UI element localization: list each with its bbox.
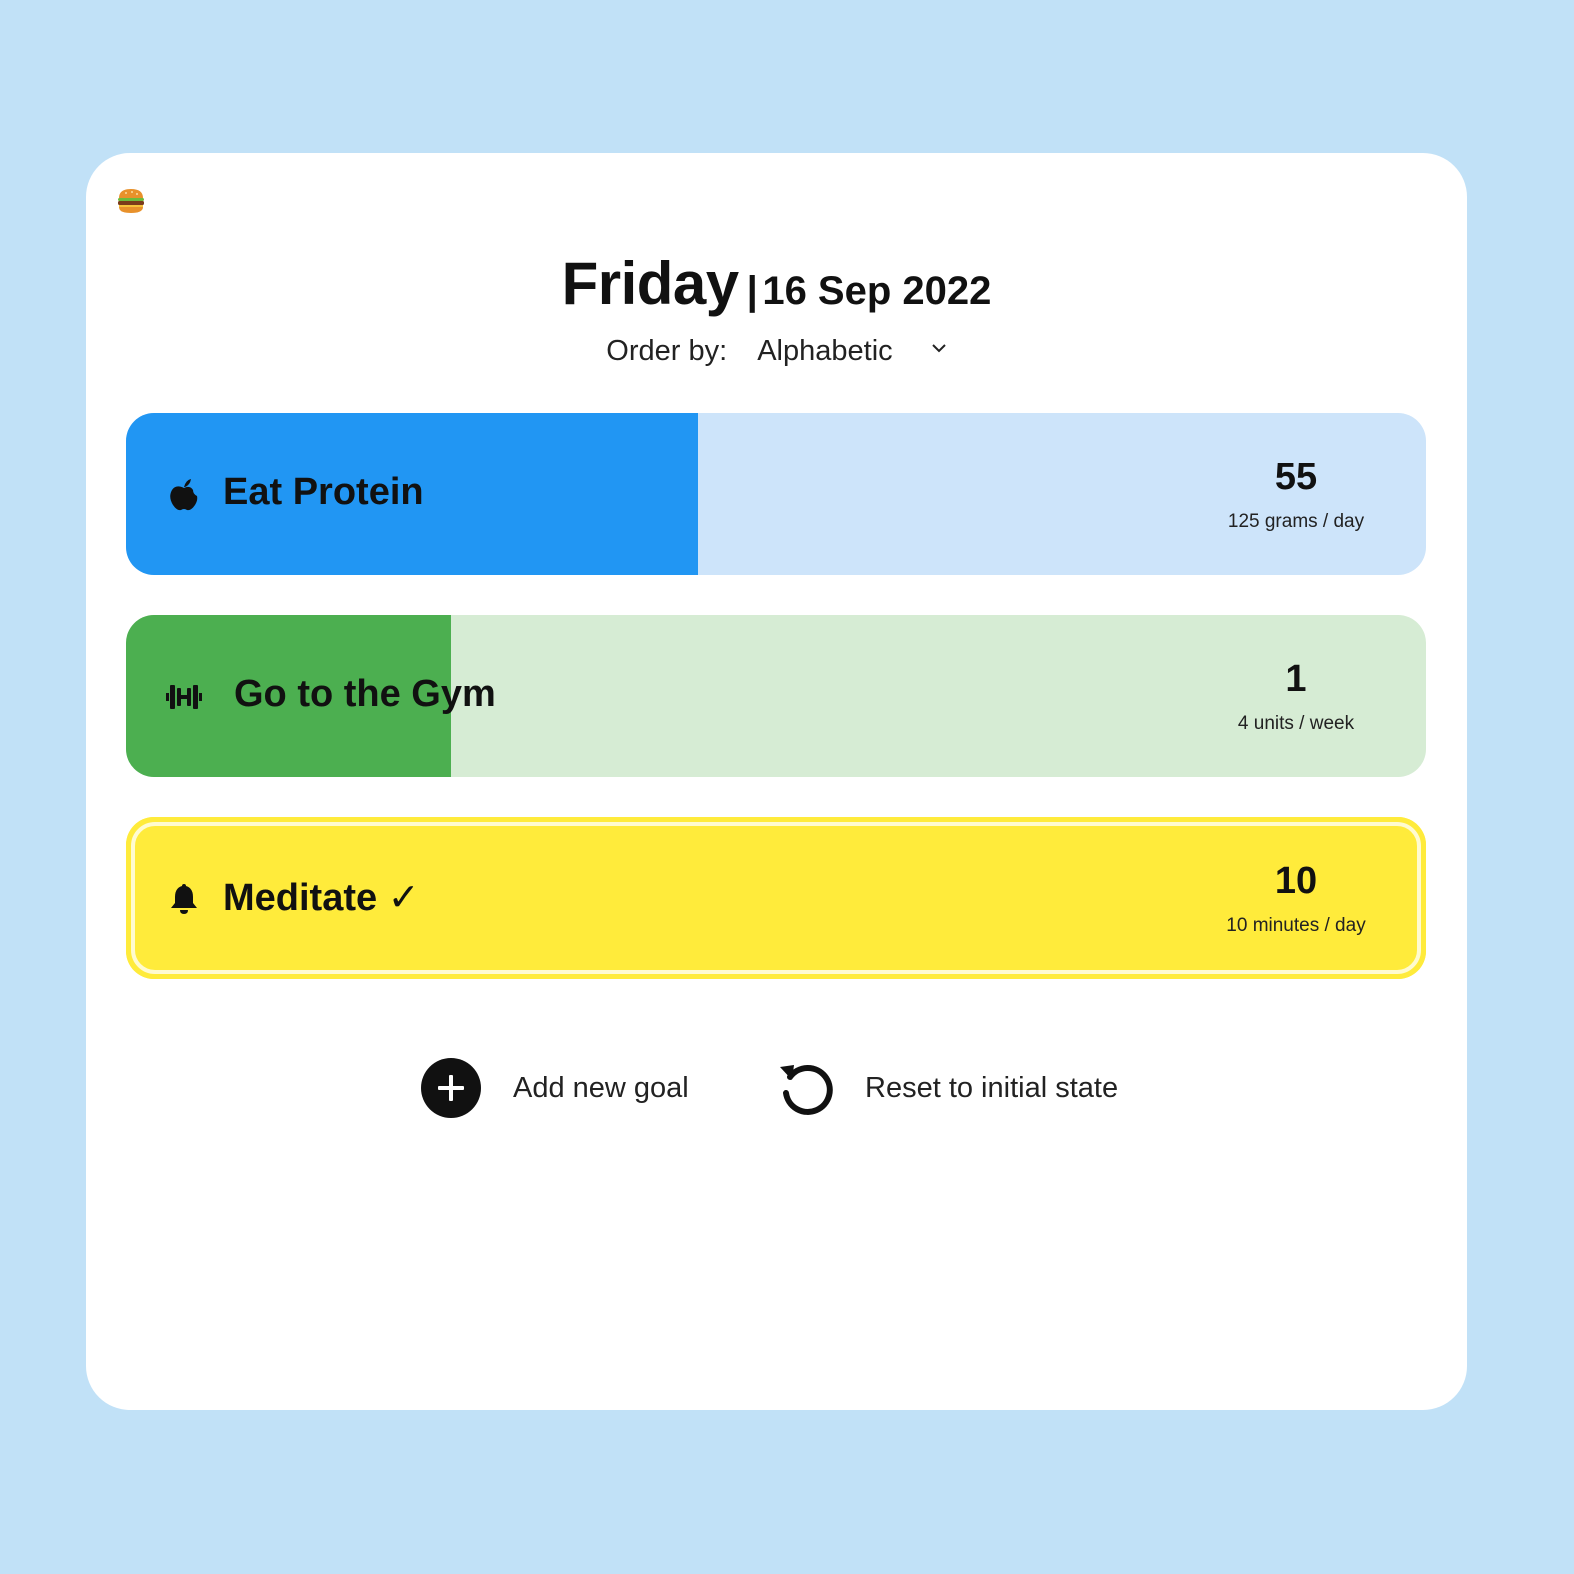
goal-name: Go to the Gym: [234, 673, 496, 715]
apple-icon: [170, 479, 198, 511]
goal-stat: 55 125 grams / day: [1196, 455, 1396, 533]
reset-button[interactable]: Reset to initial state: [776, 1056, 1118, 1120]
goal-name: Eat Protein: [223, 471, 424, 513]
goals-card: Friday | 16 Sep 2022 Order by: Alphabetic…: [86, 153, 1467, 1410]
order-by-select[interactable]: Alphabetic: [757, 335, 947, 368]
goal-target: 125 grams / day: [1227, 511, 1365, 532]
goal-target: 4 units / week: [1237, 713, 1355, 734]
actions-bar: Add new goal Reset to initial state: [86, 1056, 1467, 1120]
undo-icon: [780, 1065, 833, 1115]
goal-card-meditate[interactable]: Meditate ✓ 10 10 minutes / day: [126, 817, 1426, 979]
date-header: Friday | 16 Sep 2022: [86, 249, 1467, 318]
chevron-down-icon: [932, 344, 946, 353]
hamburger-logo-icon: [118, 189, 144, 213]
goal-count: 1: [1285, 658, 1307, 700]
bell-icon: [171, 884, 197, 914]
date-separator: |: [746, 269, 758, 313]
order-by-label: Order by:: [606, 335, 728, 367]
goal-card-go-to-the-gym[interactable]: Go to the Gym 1 4 units / week: [126, 615, 1426, 777]
date-label: 16 Sep 2022: [762, 269, 992, 313]
goal-name: Meditate ✓: [223, 877, 420, 919]
order-by: Order by: Alphabetic: [86, 335, 1467, 368]
goal-stat: 10 10 minutes / day: [1196, 859, 1396, 937]
goal-count: 10: [1274, 860, 1318, 902]
plus-circle-icon: [421, 1058, 481, 1118]
goal-card-eat-protein[interactable]: Eat Protein 55 125 grams / day: [126, 413, 1426, 575]
reset-label: Reset to initial state: [865, 1071, 1119, 1104]
dumbbell-icon: [166, 685, 202, 709]
add-new-goal-button[interactable]: Add new goal: [420, 1056, 689, 1120]
goal-count: 55: [1274, 456, 1318, 498]
goal-stat: 1 4 units / week: [1196, 657, 1396, 735]
goal-target: 10 minutes / day: [1226, 915, 1366, 936]
day-title: Friday: [561, 250, 740, 317]
add-new-goal-label: Add new goal: [513, 1071, 689, 1104]
order-by-value: Alphabetic: [757, 335, 893, 367]
